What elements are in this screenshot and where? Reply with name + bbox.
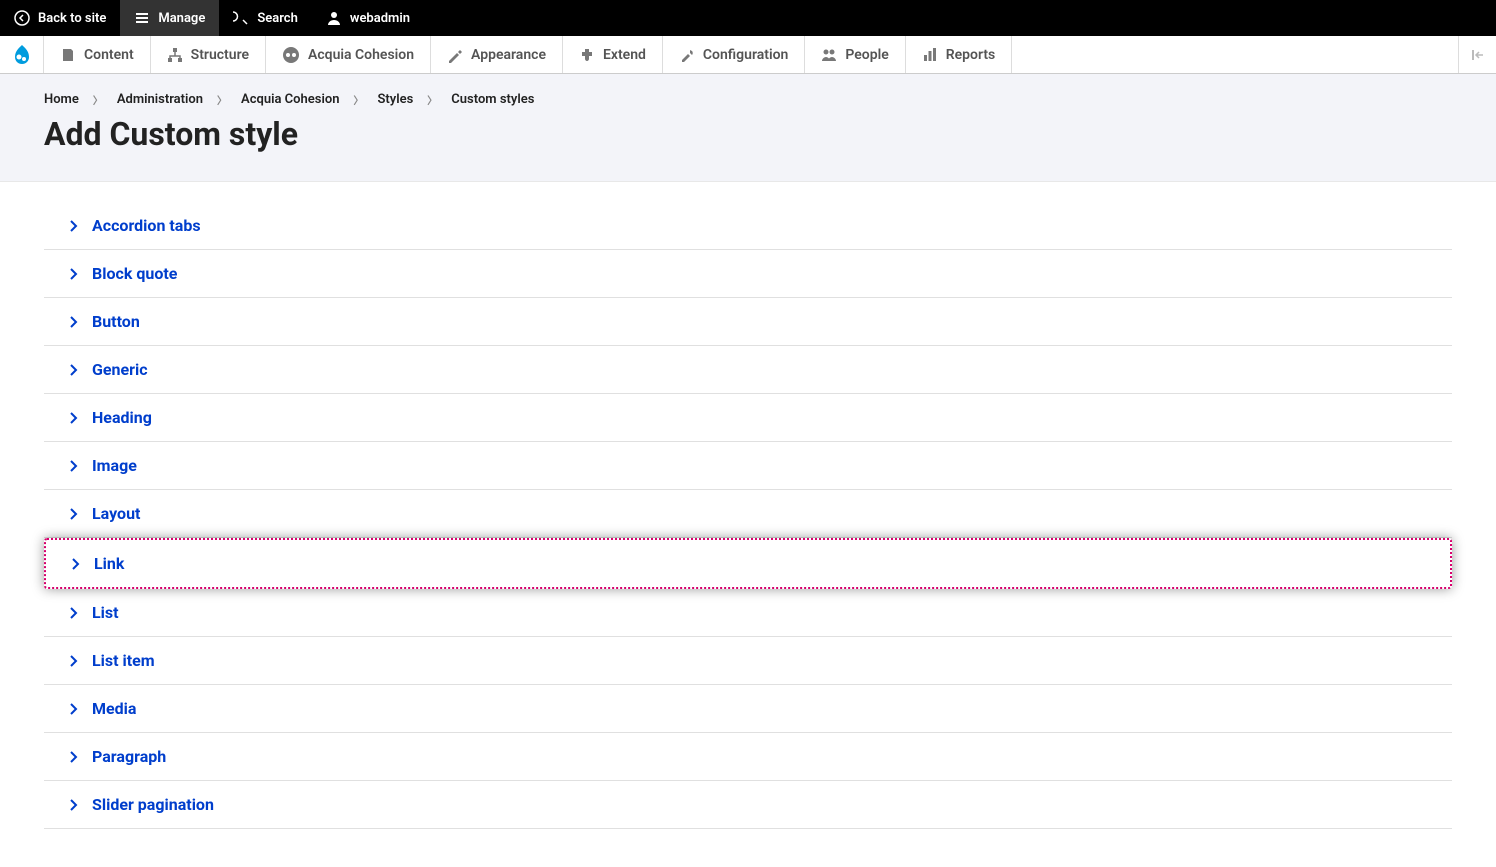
style-item-label: Layout [92,504,140,523]
drupal-logo[interactable] [0,36,44,73]
style-item[interactable]: Heading [44,394,1452,442]
style-item[interactable]: Generic [44,346,1452,394]
chevron-right-icon [68,751,80,763]
chevron-right-icon [68,220,80,232]
content-area: Accordion tabs Block quote Button Generic He… [0,182,1496,849]
chevron-right-icon: 〉 [217,92,227,107]
back-to-site-button[interactable]: Back to site [0,0,120,36]
manage-button[interactable]: Manage [120,0,219,36]
chevron-right-icon [68,316,80,328]
toolbar-second: Content Structure Acquia Cohesion Appear… [0,36,1496,74]
chevron-right-icon [70,558,82,570]
nav-acquia-cohesion[interactable]: Acquia Cohesion [266,36,431,73]
breadcrumb: Home 〉 Administration 〉 Acquia Cohesion … [44,92,1452,107]
nav-extend-label: Extend [603,47,646,63]
nav-people-label: People [845,47,888,63]
chevron-right-icon [68,607,80,619]
chevron-right-icon [68,364,80,376]
breadcrumb-item[interactable]: Home [44,92,79,107]
user-icon [326,10,342,26]
nav-cohesion-label: Acquia Cohesion [308,47,414,63]
style-item[interactable]: Layout [44,490,1452,538]
style-item-label: Button [92,312,140,331]
appearance-icon [447,47,463,63]
structure-icon [167,47,183,63]
hamburger-icon [134,10,150,26]
style-item-label: Generic [92,360,148,379]
style-item-label: List [92,603,119,622]
chevron-right-icon [68,508,80,520]
page-header: Home 〉 Administration 〉 Acquia Cohesion … [0,74,1496,182]
nav-people[interactable]: People [805,36,905,73]
style-item-label: List item [92,651,155,670]
style-item[interactable]: List [44,589,1452,637]
nav-configuration[interactable]: Configuration [663,36,805,73]
breadcrumb-item[interactable]: Custom styles [451,92,534,107]
chevron-right-icon [68,460,80,472]
chevron-right-icon: 〉 [93,92,103,107]
nav-structure[interactable]: Structure [151,36,266,73]
manage-label: Manage [158,11,205,26]
chevron-right-icon [68,412,80,424]
style-item[interactable]: Block quote [44,250,1452,298]
style-item[interactable]: Paragraph [44,733,1452,781]
style-item-label: Paragraph [92,747,166,766]
back-label: Back to site [38,11,106,26]
nav-structure-label: Structure [191,47,249,63]
user-label: webadmin [350,11,410,26]
style-item[interactable]: Media [44,685,1452,733]
style-item-label: Block quote [92,264,177,283]
chevron-right-icon [68,799,80,811]
people-icon [821,47,837,63]
reports-icon [922,47,938,63]
style-list: Accordion tabs Block quote Button Generic He… [44,202,1452,829]
page-title: Add Custom style [44,115,1452,153]
search-icon [233,10,249,26]
nav-content[interactable]: Content [44,36,151,73]
chevron-right-icon [68,703,80,715]
style-item-label: Slider pagination [92,795,214,814]
style-item[interactable]: Slider pagination [44,781,1452,829]
chevron-right-icon: 〉 [427,92,437,107]
chevron-right-icon [68,268,80,280]
style-item-label: Link [94,554,124,573]
nav-content-label: Content [84,47,134,63]
nav-reports-label: Reports [946,47,996,63]
style-item[interactable]: Image [44,442,1452,490]
configuration-icon [679,47,695,63]
content-icon [60,47,76,63]
style-item[interactable]: Link [44,538,1452,589]
cohesion-icon [282,46,300,64]
back-icon [14,10,30,26]
nav-extend[interactable]: Extend [563,36,663,73]
user-menu-button[interactable]: webadmin [312,0,424,36]
style-item-label: Accordion tabs [92,216,201,235]
nav-configuration-label: Configuration [703,47,788,63]
style-item[interactable]: List item [44,637,1452,685]
search-label: Search [257,11,298,26]
breadcrumb-item[interactable]: Acquia Cohesion [241,92,339,107]
style-item[interactable]: Button [44,298,1452,346]
style-item[interactable]: Accordion tabs [44,202,1452,250]
breadcrumb-item[interactable]: Administration [117,92,203,107]
toolbar-collapse-button[interactable] [1458,36,1496,73]
nav-appearance[interactable]: Appearance [431,36,563,73]
search-button[interactable]: Search [219,0,312,36]
chevron-right-icon: 〉 [353,92,363,107]
style-item-label: Heading [92,408,152,427]
nav-reports[interactable]: Reports [906,36,1013,73]
style-item-label: Media [92,699,136,718]
breadcrumb-item[interactable]: Styles [377,92,413,107]
collapse-icon [1470,47,1486,63]
nav-appearance-label: Appearance [471,47,546,63]
extend-icon [579,47,595,63]
toolbar-top: Back to site Manage Search webadmin [0,0,1496,36]
style-item-label: Image [92,456,137,475]
chevron-right-icon [68,655,80,667]
